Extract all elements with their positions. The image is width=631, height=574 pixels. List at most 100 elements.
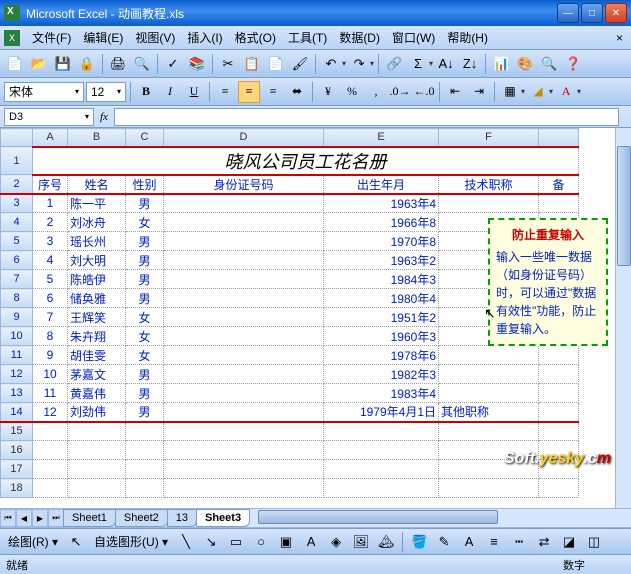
inc-decimal-icon[interactable]: .0→ bbox=[389, 81, 411, 103]
preview-icon[interactable]: 🔍 bbox=[131, 53, 153, 75]
line-color-icon[interactable]: ✎ bbox=[433, 531, 455, 553]
formula-input[interactable] bbox=[114, 108, 619, 126]
new-icon[interactable]: 📄 bbox=[4, 53, 26, 75]
size-select[interactable]: 12▾ bbox=[86, 82, 126, 102]
sort-asc-icon[interactable]: A↓ bbox=[435, 53, 457, 75]
row-header[interactable]: 1 bbox=[1, 147, 33, 175]
col-header[interactable]: A bbox=[33, 129, 68, 147]
row-header[interactable]: 8 bbox=[1, 289, 33, 308]
redo-drop[interactable]: ▾ bbox=[370, 59, 374, 68]
3d-icon[interactable]: ◫ bbox=[583, 531, 605, 553]
row-header[interactable]: 7 bbox=[1, 270, 33, 289]
merge-icon[interactable]: ⬌ bbox=[286, 81, 308, 103]
menu-insert[interactable]: 插入(I) bbox=[181, 26, 228, 49]
sheet-tab[interactable]: Sheet2 bbox=[115, 509, 168, 527]
fx-icon[interactable]: fx bbox=[100, 111, 108, 123]
comma-icon[interactable]: , bbox=[365, 81, 387, 103]
menu-tools[interactable]: 工具(T) bbox=[282, 26, 333, 49]
drawing-icon[interactable]: 🎨 bbox=[514, 53, 536, 75]
align-center-icon[interactable]: ≡ bbox=[238, 81, 260, 103]
row-header[interactable]: 18 bbox=[1, 479, 33, 498]
select-all-corner[interactable] bbox=[1, 129, 33, 147]
table-row[interactable]: 14 12 刘劲伟 男 1979年4月1日 其他职称 bbox=[1, 403, 579, 422]
close-button[interactable]: ✕ bbox=[605, 3, 627, 23]
align-right-icon[interactable]: ≡ bbox=[262, 81, 284, 103]
table-row[interactable]: 13 11 黄嘉伟 男 1983年4 bbox=[1, 384, 579, 403]
chart-icon[interactable]: 📊 bbox=[490, 53, 512, 75]
row-header[interactable]: 13 bbox=[1, 384, 33, 403]
autoshapes-menu[interactable]: 自选图形(U) ▾ bbox=[90, 531, 172, 552]
help-question-icon[interactable]: × bbox=[612, 31, 627, 45]
dec-decimal-icon[interactable]: ←.0 bbox=[413, 81, 435, 103]
menu-help[interactable]: 帮助(H) bbox=[441, 26, 494, 49]
row-header[interactable]: 5 bbox=[1, 232, 33, 251]
font-select[interactable]: 宋体▾ bbox=[4, 82, 84, 102]
row-header[interactable]: 11 bbox=[1, 346, 33, 365]
inc-indent-icon[interactable]: ⇥ bbox=[468, 81, 490, 103]
font-color-drop[interactable]: ▾ bbox=[577, 87, 581, 96]
shadow-icon[interactable]: ◪ bbox=[558, 531, 580, 553]
sort-desc-icon[interactable]: Z↓ bbox=[459, 53, 481, 75]
maximize-button[interactable]: □ bbox=[581, 3, 603, 23]
row-header[interactable]: 15 bbox=[1, 422, 33, 441]
underline-button[interactable]: U bbox=[183, 81, 205, 103]
textbox-icon[interactable]: ▣ bbox=[275, 531, 297, 553]
menu-format[interactable]: 格式(O) bbox=[229, 26, 282, 49]
col-header[interactable]: D bbox=[164, 129, 324, 147]
format-painter-icon[interactable]: 🖌 bbox=[289, 53, 311, 75]
help-icon[interactable]: ❓ bbox=[562, 53, 584, 75]
print-icon[interactable]: 🖨 bbox=[107, 53, 129, 75]
app-icon[interactable]: X bbox=[4, 30, 20, 46]
align-left-icon[interactable]: ≡ bbox=[214, 81, 236, 103]
row-header[interactable]: 9 bbox=[1, 308, 33, 327]
row-header[interactable]: 6 bbox=[1, 251, 33, 270]
dash-icon[interactable]: ┅ bbox=[508, 531, 530, 553]
clipart-icon[interactable]: 🖼 bbox=[350, 531, 372, 553]
arrow-style-icon[interactable]: ⇄ bbox=[533, 531, 555, 553]
row-header[interactable]: 4 bbox=[1, 213, 33, 232]
row-header[interactable]: 16 bbox=[1, 441, 33, 460]
row-header[interactable]: 3 bbox=[1, 194, 33, 213]
name-box[interactable]: D3▾ bbox=[4, 108, 94, 126]
fill-color-icon[interactable]: ◢ bbox=[527, 81, 549, 103]
dec-indent-icon[interactable]: ⇤ bbox=[444, 81, 466, 103]
diagram-icon[interactable]: ◈ bbox=[325, 531, 347, 553]
minimize-button[interactable]: — bbox=[557, 3, 579, 23]
tab-last-icon[interactable]: ⏭ bbox=[48, 509, 64, 527]
font-color-icon[interactable]: A bbox=[555, 81, 577, 103]
draw-menu[interactable]: 绘图(R) ▾ bbox=[4, 531, 62, 552]
undo-drop[interactable]: ▾ bbox=[342, 59, 346, 68]
select-icon[interactable]: ↖ bbox=[65, 531, 87, 553]
row-header[interactable]: 14 bbox=[1, 403, 33, 422]
permission-icon[interactable]: 🔒 bbox=[76, 53, 98, 75]
scroll-thumb[interactable] bbox=[258, 510, 498, 524]
redo-icon[interactable]: ↷ bbox=[348, 53, 370, 75]
percent-icon[interactable]: % bbox=[341, 81, 363, 103]
cut-icon[interactable]: ✂ bbox=[217, 53, 239, 75]
font-color-icon[interactable]: A bbox=[458, 531, 480, 553]
spell-icon[interactable]: ✓ bbox=[162, 53, 184, 75]
row-header[interactable]: 10 bbox=[1, 327, 33, 346]
fill-drop[interactable]: ▾ bbox=[549, 87, 553, 96]
menu-edit[interactable]: 编辑(E) bbox=[77, 26, 129, 49]
fill-icon[interactable]: 🪣 bbox=[408, 531, 430, 553]
borders-icon[interactable]: ▦ bbox=[499, 81, 521, 103]
col-header[interactable]: F bbox=[439, 129, 539, 147]
oval-icon[interactable]: ○ bbox=[250, 531, 272, 553]
research-icon[interactable]: 📚 bbox=[186, 53, 208, 75]
rect-icon[interactable]: ▭ bbox=[225, 531, 247, 553]
line-icon[interactable]: ╲ bbox=[175, 531, 197, 553]
table-row[interactable]: 3 1 陈一平 男 1963年4 bbox=[1, 194, 579, 213]
italic-button[interactable]: I bbox=[159, 81, 181, 103]
menu-view[interactable]: 视图(V) bbox=[129, 26, 181, 49]
borders-drop[interactable]: ▾ bbox=[521, 87, 525, 96]
menu-file[interactable]: 文件(F) bbox=[26, 26, 77, 49]
open-icon[interactable]: 📂 bbox=[28, 53, 50, 75]
undo-icon[interactable]: ↶ bbox=[320, 53, 342, 75]
wordart-icon[interactable]: A bbox=[300, 531, 322, 553]
sheet-tab[interactable]: 13 bbox=[167, 509, 197, 527]
tab-next-icon[interactable]: ▶ bbox=[32, 509, 48, 527]
sum-icon[interactable]: Σ bbox=[407, 53, 429, 75]
table-row[interactable]: 11 9 胡佳雯 女 1978年6 bbox=[1, 346, 579, 365]
menu-window[interactable]: 窗口(W) bbox=[386, 26, 441, 49]
